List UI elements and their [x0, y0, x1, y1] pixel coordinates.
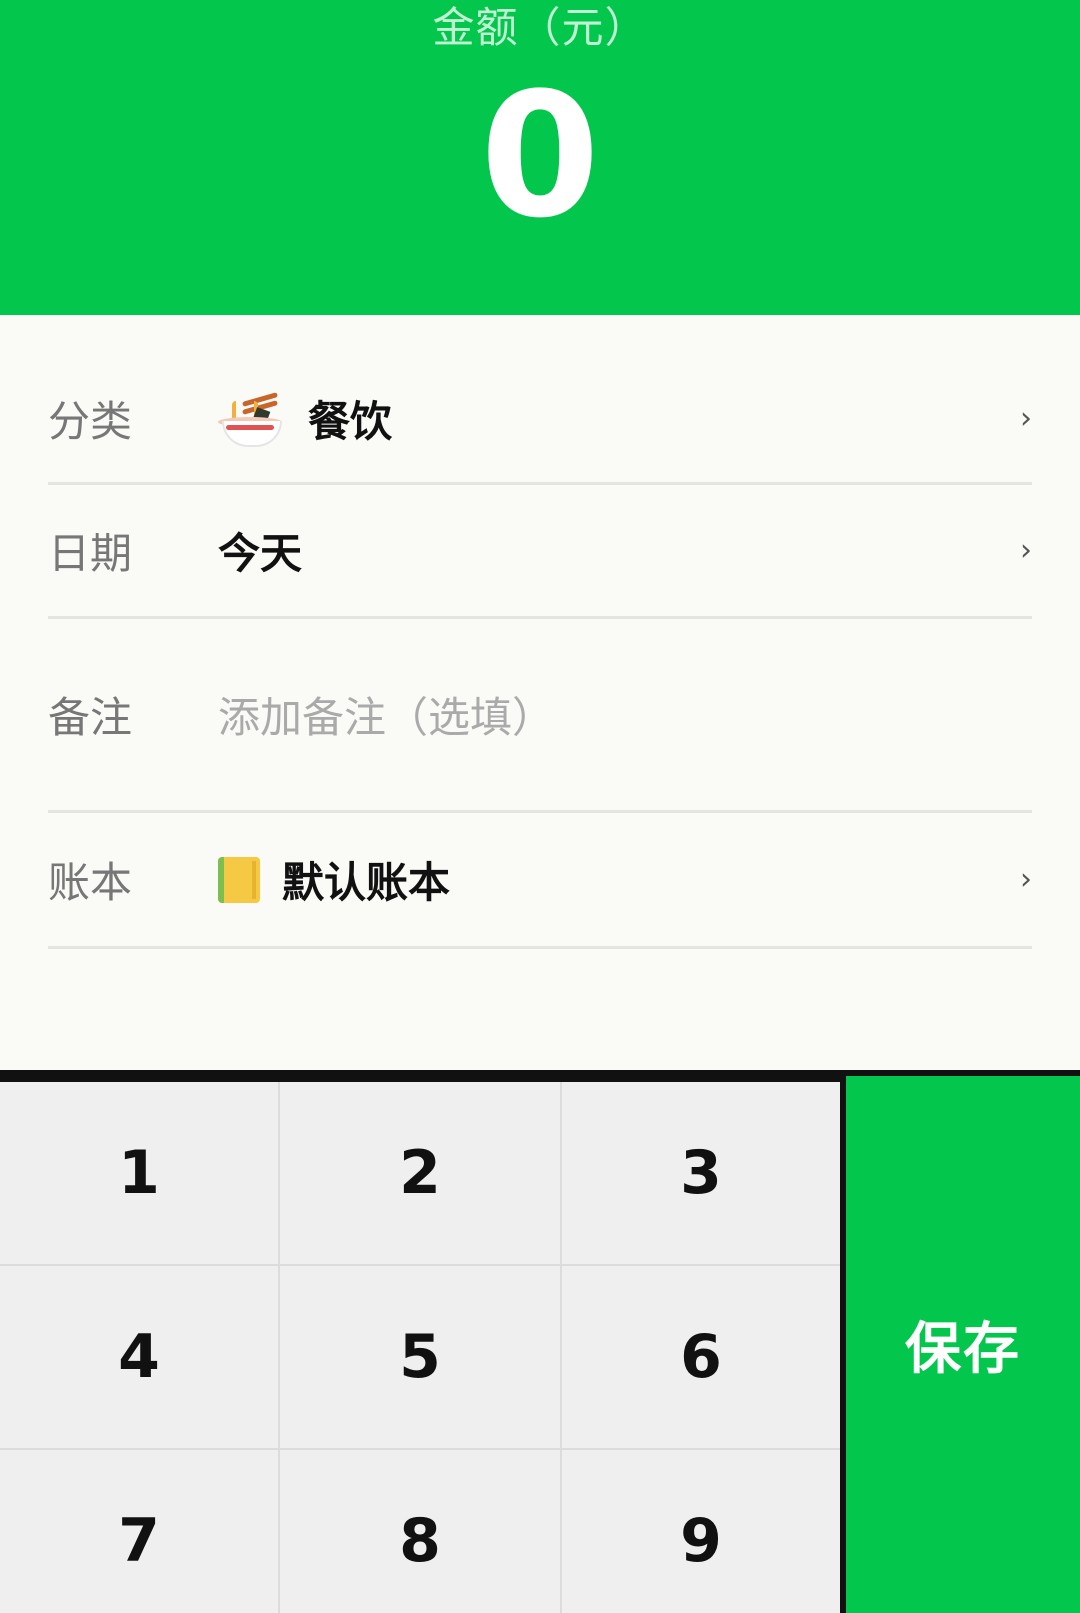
key-2[interactable]: 2 — [280, 1082, 560, 1264]
ledger-label: 账本 — [48, 858, 133, 907]
key-5[interactable]: 5 — [280, 1266, 560, 1448]
amount-display: 0 — [480, 55, 600, 256]
chevron-right-icon: › — [1020, 401, 1032, 436]
amount-header: 金额（元） 0 — [0, 0, 1080, 315]
ledger-value: 默认账本 — [282, 858, 451, 907]
note-label: 备注 — [48, 693, 133, 742]
key-6[interactable]: 6 — [562, 1266, 840, 1448]
notebook-icon — [218, 856, 260, 903]
note-input[interactable]: 添加备注（选填） — [218, 684, 1032, 745]
key-4[interactable]: 4 — [0, 1266, 278, 1448]
date-value: 今天 — [218, 529, 303, 578]
category-label: 分类 — [48, 397, 133, 446]
date-row[interactable]: 日期 今天 › — [48, 485, 1032, 619]
entry-form: 分类 餐饮 › 日期 今天 › 备注 添加备注（选填） 账本 默认账本 › — [0, 315, 1080, 1070]
note-row[interactable]: 备注 添加备注（选填） — [48, 619, 1032, 813]
category-value-group: 餐饮 — [218, 388, 1002, 449]
digit-keys: 1 2 3 4 5 6 7 8 9 — [0, 1082, 840, 1613]
key-7[interactable]: 7 — [0, 1450, 278, 1613]
chevron-right-icon: › — [1020, 862, 1032, 897]
amount-label: 金额（元） — [432, 3, 648, 52]
chevron-right-icon: › — [1020, 533, 1032, 568]
noodle-bowl-icon — [218, 391, 282, 447]
ledger-value-group: 默认账本 — [218, 849, 1002, 910]
key-9[interactable]: 9 — [562, 1450, 840, 1613]
save-button[interactable]: 保存 — [846, 1076, 1080, 1613]
category-value: 餐饮 — [308, 397, 393, 446]
add-expense-screen: 金额（元） 0 分类 餐饮 › 日期 今天 › 备注 添加备注（选填） 账本 默… — [0, 0, 1080, 1613]
key-8[interactable]: 8 — [280, 1450, 560, 1613]
number-keypad: 1 2 3 4 5 6 7 8 9 保存 — [0, 1070, 1080, 1613]
key-1[interactable]: 1 — [0, 1082, 278, 1264]
ledger-row[interactable]: 账本 默认账本 › — [48, 813, 1032, 949]
key-3[interactable]: 3 — [562, 1082, 840, 1264]
date-label: 日期 — [48, 529, 133, 578]
category-row[interactable]: 分类 餐饮 › — [48, 355, 1032, 485]
